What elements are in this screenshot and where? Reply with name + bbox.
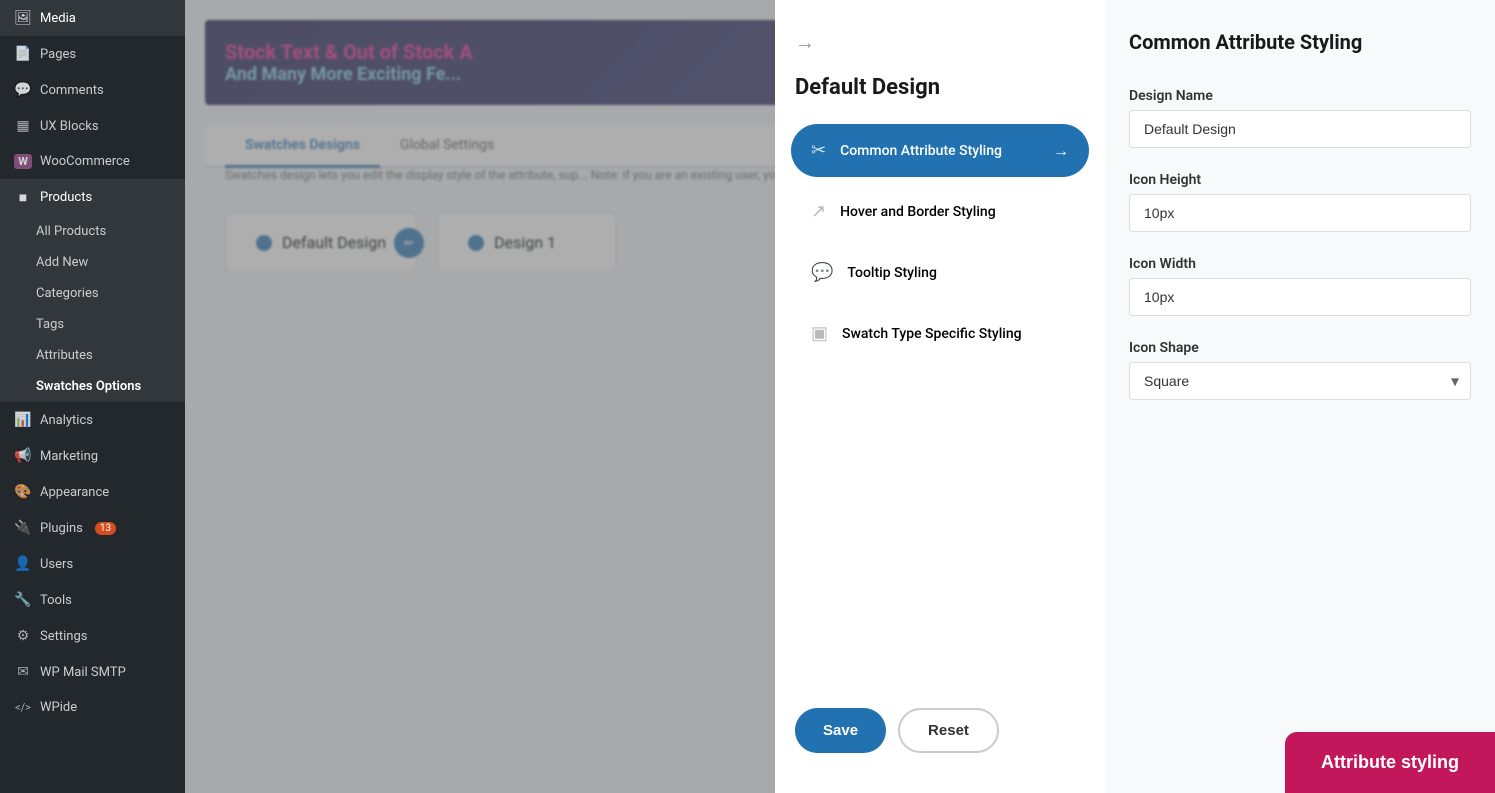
sidebar-item-media[interactable]: 🖼 Media [0, 0, 185, 36]
select-icon-shape[interactable]: Square Circle Rounded [1129, 362, 1471, 400]
sidebar-label-analytics: Analytics [40, 413, 93, 428]
main-area: Stock Text & Out of Stock A And Many Mor… [185, 0, 1495, 793]
appearance-icon: 🎨 [14, 484, 32, 500]
nav-item-tooltip[interactable]: 💬 Tooltip Styling [791, 246, 1089, 299]
input-icon-height[interactable] [1129, 194, 1471, 232]
ux-blocks-icon: ▦ [14, 118, 32, 134]
sidebar-item-products[interactable]: ■ Products [0, 179, 185, 216]
sidebar-label-tools: Tools [40, 593, 72, 608]
sidebar-item-appearance[interactable]: 🎨 Appearance [0, 474, 185, 510]
sidebar-item-woocommerce[interactable]: W WooCommerce [0, 144, 185, 179]
save-button[interactable]: Save [795, 708, 886, 753]
sidebar-sub-categories[interactable]: Categories [0, 278, 185, 309]
overlay-spacer [185, 0, 775, 793]
sidebar-item-plugins[interactable]: 🔌 Plugins 13 [0, 510, 185, 546]
sidebar-label-wpide: WPide [40, 700, 77, 715]
sidebar-item-users[interactable]: 👤 Users [0, 546, 185, 582]
settings-icon: ⚙ [14, 628, 32, 644]
nav-label-swatch: Swatch Type Specific Styling [842, 326, 1022, 342]
sidebar-label-ux-blocks: UX Blocks [40, 119, 99, 134]
sidebar-label-pages: Pages [40, 47, 76, 62]
sidebar-sub-tags[interactable]: Tags [0, 309, 185, 340]
input-icon-width[interactable] [1129, 278, 1471, 316]
sidebar-item-settings[interactable]: ⚙ Settings [0, 618, 185, 654]
sidebar-label-woocommerce: WooCommerce [40, 154, 130, 169]
overlay-buttons: Save Reset [775, 688, 1105, 773]
sidebar-label-comments: Comments [40, 83, 104, 98]
pages-icon: 📄 [14, 46, 32, 62]
sidebar-label-marketing: Marketing [40, 449, 98, 464]
products-icon: ■ [14, 189, 32, 206]
sidebar-item-ux-blocks[interactable]: ▦ UX Blocks [0, 108, 185, 144]
users-icon: 👤 [14, 556, 32, 572]
sidebar-sub-attributes[interactable]: Attributes [0, 340, 185, 371]
form-group-icon-width: Icon Width [1129, 256, 1471, 316]
sidebar-label-products: Products [40, 190, 92, 205]
attribute-styling-button[interactable]: Attribute styling [1285, 732, 1495, 793]
sidebar-sub-swatches-options[interactable]: Swatches Options [0, 371, 185, 402]
select-wrapper-icon-shape: Square Circle Rounded [1129, 362, 1471, 400]
overlay-settings-panel: Common Attribute Styling Design Name Ico… [1105, 0, 1495, 793]
sidebar-sub-add-new[interactable]: Add New [0, 247, 185, 278]
reset-button[interactable]: Reset [898, 708, 999, 753]
products-submenu: All Products Add New Categories Tags Att… [0, 216, 185, 402]
woocommerce-icon: W [14, 154, 32, 169]
marketing-icon: 📢 [14, 448, 32, 464]
nav-item-swatch-type[interactable]: ▣ Swatch Type Specific Styling [791, 307, 1089, 360]
sidebar-sub-all-products[interactable]: All Products [0, 216, 185, 247]
overlay-nav-panel: → Default Design ✂ Common Attribute Styl… [775, 0, 1105, 793]
wpide-icon: </> [14, 701, 32, 714]
wp-mail-smtp-icon: ✉ [14, 664, 32, 680]
overlay-header: → [775, 20, 1105, 75]
nav-arrow-icon: → [1053, 141, 1069, 161]
input-design-name[interactable] [1129, 110, 1471, 148]
form-group-design-name: Design Name [1129, 88, 1471, 148]
sidebar-label-media: Media [40, 11, 76, 26]
scissors-icon: ✂ [811, 140, 826, 161]
nav-label-common: Common Attribute Styling [840, 143, 1002, 159]
tooltip-icon: 💬 [811, 262, 833, 283]
sidebar: 🖼 Media 📄 Pages 💬 Comments ▦ UX Blocks W… [0, 0, 185, 793]
label-design-name: Design Name [1129, 88, 1471, 104]
sidebar-item-pages[interactable]: 📄 Pages [0, 36, 185, 72]
nav-label-hover: Hover and Border Styling [840, 204, 996, 220]
sidebar-item-tools[interactable]: 🔧 Tools [0, 582, 185, 618]
nav-item-hover-border[interactable]: ↗ Hover and Border Styling [791, 185, 1089, 238]
sidebar-label-wp-mail-smtp: WP Mail SMTP [40, 665, 126, 680]
sidebar-label-settings: Settings [40, 629, 87, 644]
plugins-icon: 🔌 [14, 520, 32, 536]
sidebar-label-plugins: Plugins [40, 521, 83, 536]
sidebar-item-comments[interactable]: 💬 Comments [0, 72, 185, 108]
form-group-icon-shape: Icon Shape Square Circle Rounded [1129, 340, 1471, 400]
nav-label-tooltip: Tooltip Styling [847, 265, 936, 281]
form-group-icon-height: Icon Height [1129, 172, 1471, 232]
media-icon: 🖼 [14, 10, 32, 26]
tools-icon: 🔧 [14, 592, 32, 608]
sidebar-label-users: Users [40, 557, 73, 572]
overlay: → Default Design ✂ Common Attribute Styl… [185, 0, 1495, 793]
nav-item-common-attribute[interactable]: ✂ Common Attribute Styling → [791, 124, 1089, 177]
label-icon-width: Icon Width [1129, 256, 1471, 272]
settings-title: Common Attribute Styling [1129, 30, 1471, 54]
hover-icon: ↗ [811, 201, 826, 222]
sidebar-item-marketing[interactable]: 📢 Marketing [0, 438, 185, 474]
overlay-title: Default Design [775, 75, 1105, 120]
label-icon-height: Icon Height [1129, 172, 1471, 188]
sidebar-label-appearance: Appearance [40, 485, 109, 500]
sidebar-item-wp-mail-smtp[interactable]: ✉ WP Mail SMTP [0, 654, 185, 690]
analytics-icon: 📊 [14, 412, 32, 428]
plugins-badge: 13 [95, 522, 116, 535]
comments-icon: 💬 [14, 82, 32, 98]
sidebar-item-wpide[interactable]: </> WPide [0, 690, 185, 725]
label-icon-shape: Icon Shape [1129, 340, 1471, 356]
back-arrow-icon[interactable]: → [795, 30, 815, 55]
sidebar-item-analytics[interactable]: 📊 Analytics [0, 402, 185, 438]
swatch-icon: ▣ [811, 323, 828, 344]
